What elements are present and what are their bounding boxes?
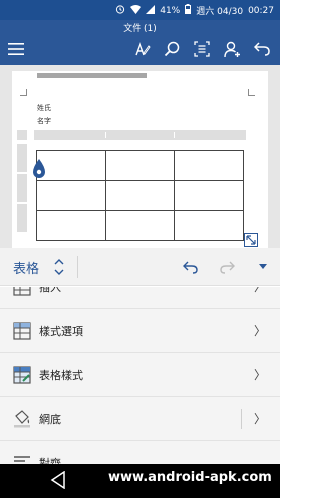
hamburger-menu-icon xyxy=(8,43,24,55)
signal-icon xyxy=(146,4,156,17)
chevron-right-icon: 〉 xyxy=(253,287,266,294)
table-row xyxy=(36,150,244,181)
table-row xyxy=(36,210,244,241)
resize-diagonal-icon xyxy=(244,233,258,247)
option-label: 插入 xyxy=(39,287,61,294)
table-styles-icon xyxy=(13,365,31,384)
table-resize-handle[interactable] xyxy=(244,232,258,247)
table-cell[interactable] xyxy=(105,180,175,211)
format-button[interactable] xyxy=(131,38,153,60)
header-placeholder-bar xyxy=(37,73,147,78)
ribbon-header: 表格 xyxy=(0,248,280,286)
document-page[interactable]: 姓氏 名字 xyxy=(12,71,268,248)
battery-percent: 41% xyxy=(160,5,181,16)
chevron-right-icon: 〉 xyxy=(253,412,266,426)
ribbon-undo-button[interactable] xyxy=(180,257,200,277)
undo-icon xyxy=(182,261,198,274)
option-label: 表格樣式 xyxy=(39,368,83,382)
chevron-up-down-icon xyxy=(54,259,64,275)
status-bar: 41% 週六 04/30 00:27 xyxy=(0,0,280,20)
reading-view-icon xyxy=(194,41,210,57)
table-cell[interactable] xyxy=(105,150,175,181)
table-cell[interactable] xyxy=(174,210,244,241)
status-date: 週六 04/30 xyxy=(196,7,244,17)
redo-icon xyxy=(219,261,235,274)
document-canvas[interactable]: 姓氏 名字 xyxy=(0,65,280,248)
column-ruler[interactable] xyxy=(34,130,246,140)
menu-button[interactable] xyxy=(5,38,27,60)
table-row xyxy=(36,180,244,211)
crop-mark-top-right xyxy=(248,89,255,96)
watermark-text: www.android-apk.com xyxy=(108,470,272,485)
cursor-droplet-icon xyxy=(33,159,45,178)
table-cell[interactable] xyxy=(36,210,106,241)
back-triangle-icon xyxy=(50,470,65,490)
undo-button[interactable] xyxy=(251,38,273,60)
table-cell[interactable] xyxy=(174,180,244,211)
option-table-styles[interactable]: 表格樣式 〉 xyxy=(0,353,280,397)
table-cell[interactable] xyxy=(174,150,244,181)
document-title[interactable]: 文件 (1) xyxy=(0,21,280,34)
ribbon-options-list: 插入 〉 樣式選項 〉 表格樣式 〉 網底 〉 對齊 xyxy=(0,287,280,467)
option-divider xyxy=(241,409,242,429)
table-cell[interactable] xyxy=(105,210,175,241)
status-time: 00:27 xyxy=(248,5,274,16)
ribbon-divider xyxy=(77,256,78,278)
ribbon-tab-name[interactable]: 表格 xyxy=(13,258,39,277)
table-cell[interactable] xyxy=(36,180,106,211)
option-insert[interactable]: 插入 〉 xyxy=(0,287,280,309)
share-button[interactable] xyxy=(221,38,243,60)
doc-text-line-2[interactable]: 名字 xyxy=(37,116,51,126)
option-style-options[interactable]: 樣式選項 〉 xyxy=(0,309,280,353)
caret-down-icon xyxy=(259,264,267,269)
row-header-1[interactable] xyxy=(17,144,27,172)
cursor-handle[interactable] xyxy=(31,159,47,179)
back-nav-button[interactable] xyxy=(50,470,70,491)
battery-icon xyxy=(185,4,192,17)
ribbon-redo-button[interactable] xyxy=(217,257,237,277)
document-table[interactable] xyxy=(36,150,244,241)
row-header-2[interactable] xyxy=(17,174,27,202)
crop-mark-top-left xyxy=(20,89,27,96)
chevron-right-icon: 〉 xyxy=(253,324,266,338)
reading-view-button[interactable] xyxy=(191,38,213,60)
table-insert-icon xyxy=(13,287,31,296)
search-button[interactable] xyxy=(161,38,183,60)
alarm-icon xyxy=(115,4,125,17)
text-format-pen-icon xyxy=(134,41,151,55)
option-shading[interactable]: 網底 〉 xyxy=(0,397,280,441)
table-select-corner[interactable] xyxy=(17,130,27,140)
share-person-icon xyxy=(223,41,240,57)
ribbon-collapse-button[interactable] xyxy=(253,257,273,277)
doc-text-line-1[interactable]: 姓氏 xyxy=(37,103,51,113)
table-style-options-icon xyxy=(13,321,31,340)
app-bar: 文件 (1) xyxy=(0,20,280,65)
undo-icon xyxy=(254,42,270,56)
paint-bucket-icon xyxy=(14,409,30,427)
option-label: 網底 xyxy=(39,412,61,426)
option-label: 樣式選項 xyxy=(39,324,83,338)
row-header-3[interactable] xyxy=(17,204,27,232)
chevron-right-icon: 〉 xyxy=(253,368,266,382)
wifi-icon xyxy=(130,4,142,17)
search-icon xyxy=(164,41,180,57)
ribbon-tab-switcher[interactable] xyxy=(52,257,66,277)
